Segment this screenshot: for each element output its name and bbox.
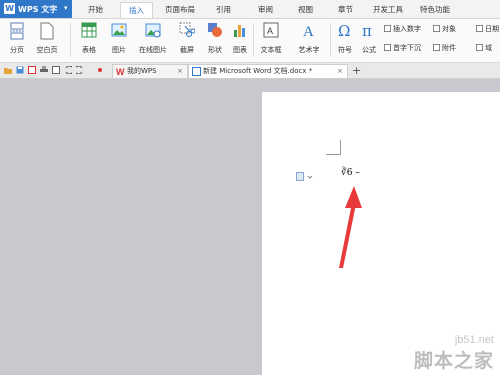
annotation-arrow [339, 186, 362, 268]
watermark: jb51.net 脚本之家 [414, 334, 494, 373]
arrow-head [345, 186, 362, 208]
watermark-name: 脚本之家 [413, 350, 494, 372]
watermark-site: jb51.net [454, 334, 494, 346]
arrow-shaft [339, 203, 356, 268]
